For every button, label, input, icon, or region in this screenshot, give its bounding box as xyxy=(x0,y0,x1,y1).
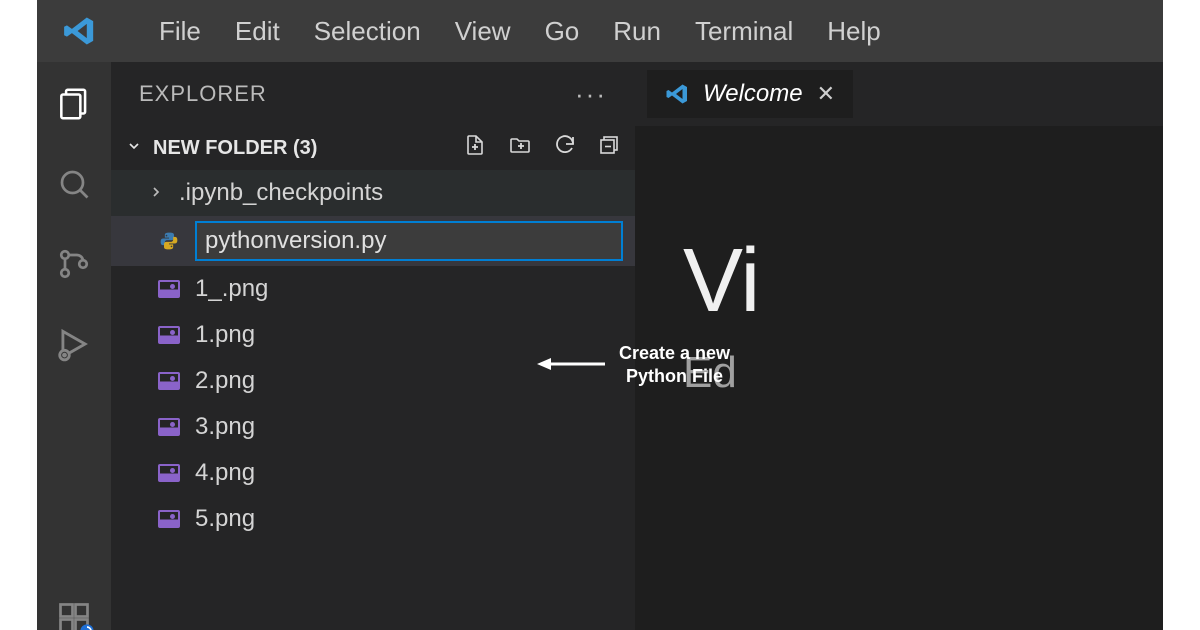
tab-welcome[interactable]: Welcome ✕ xyxy=(647,70,853,118)
explorer-more-icon[interactable]: ··· xyxy=(575,79,607,110)
welcome-title: Vi xyxy=(683,236,1163,326)
vscode-logo-icon xyxy=(61,13,97,49)
tree-file-row[interactable]: 2.png xyxy=(111,358,635,404)
image-file-icon xyxy=(157,415,181,439)
tab-label: Welcome xyxy=(703,80,803,108)
tree-file-row[interactable]: 3.png xyxy=(111,404,635,450)
explorer-root-row[interactable]: NEW FOLDER (3) xyxy=(111,126,635,170)
new-folder-icon[interactable] xyxy=(507,133,533,163)
explorer-sidebar: EXPLORER ··· NEW FOLDER (3) xyxy=(111,62,635,630)
chevron-down-icon xyxy=(125,137,143,160)
tree-item-label: 1.png xyxy=(195,321,255,349)
menu-terminal[interactable]: Terminal xyxy=(695,16,793,47)
file-tree: .ipynb_checkpoints 1_.png xyxy=(111,170,635,542)
image-file-icon xyxy=(157,277,181,301)
menu-edit[interactable]: Edit xyxy=(235,16,280,47)
image-file-icon xyxy=(157,461,181,485)
vscode-window: File Edit Selection View Go Run Terminal… xyxy=(37,0,1163,630)
tree-item-label: .ipynb_checkpoints xyxy=(179,179,383,207)
explorer-title: EXPLORER xyxy=(139,81,267,107)
collapse-all-icon[interactable] xyxy=(597,133,621,163)
tree-file-row[interactable]: 1_.png xyxy=(111,266,635,312)
activity-explorer-icon[interactable] xyxy=(52,82,96,126)
tree-item-label: 1_.png xyxy=(195,275,268,303)
activity-bar xyxy=(37,62,111,630)
menu-help[interactable]: Help xyxy=(827,16,880,47)
refresh-icon[interactable] xyxy=(553,133,577,163)
explorer-actions xyxy=(463,133,621,163)
tree-file-editing-row[interactable] xyxy=(111,216,635,266)
vscode-logo-icon xyxy=(665,82,689,106)
tree-file-row[interactable]: 1.png xyxy=(111,312,635,358)
tree-file-row[interactable]: 4.png xyxy=(111,450,635,496)
menu-go[interactable]: Go xyxy=(545,16,580,47)
chevron-right-icon xyxy=(147,179,165,207)
explorer-header: EXPLORER ··· xyxy=(111,62,635,126)
titlebar: File Edit Selection View Go Run Terminal… xyxy=(37,0,1163,62)
tree-folder-row[interactable]: .ipynb_checkpoints xyxy=(111,170,635,216)
tree-item-label: 3.png xyxy=(195,413,255,441)
editor-tabs: Welcome ✕ xyxy=(635,62,1163,126)
explorer-root-label: NEW FOLDER (3) xyxy=(153,137,317,160)
image-file-icon xyxy=(157,507,181,531)
activity-search-icon[interactable] xyxy=(52,162,96,206)
image-file-icon xyxy=(157,369,181,393)
tree-item-label: 4.png xyxy=(195,459,255,487)
editor-area: Welcome ✕ Vi Ed xyxy=(635,62,1163,630)
menu-file[interactable]: File xyxy=(159,16,201,47)
tree-file-row[interactable]: 5.png xyxy=(111,496,635,542)
activity-extensions-icon[interactable] xyxy=(52,596,96,630)
menu-selection[interactable]: Selection xyxy=(314,16,421,47)
python-file-icon xyxy=(157,229,181,253)
new-file-name-input[interactable] xyxy=(195,221,623,261)
close-icon[interactable]: ✕ xyxy=(817,81,835,107)
welcome-screen: Vi Ed xyxy=(635,126,1163,398)
tree-item-label: 2.png xyxy=(195,367,255,395)
welcome-subtitle: Ed xyxy=(683,348,1163,398)
new-file-icon[interactable] xyxy=(463,133,487,163)
menu-run[interactable]: Run xyxy=(613,16,661,47)
main-body: EXPLORER ··· NEW FOLDER (3) xyxy=(37,62,1163,630)
tree-item-label: 5.png xyxy=(195,505,255,533)
activity-source-control-icon[interactable] xyxy=(52,242,96,286)
image-file-icon xyxy=(157,323,181,347)
menu-view[interactable]: View xyxy=(455,16,511,47)
activity-run-debug-icon[interactable] xyxy=(52,322,96,366)
